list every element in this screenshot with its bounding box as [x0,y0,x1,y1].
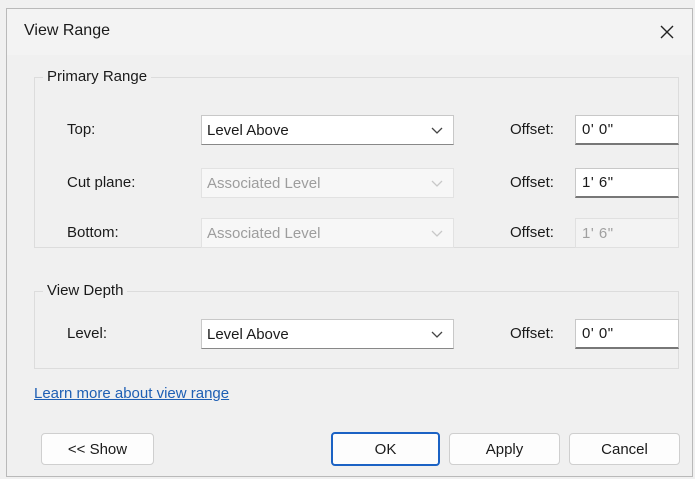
show-button[interactable]: << Show [41,433,154,465]
bottom-level-combo: Associated Level [201,218,454,248]
view-depth-offset-label: Offset: [510,325,554,342]
top-offset-label: Offset: [510,121,554,138]
chevron-down-icon [431,230,443,237]
learn-more-link[interactable]: Learn more about view range [34,385,229,402]
close-button[interactable] [650,13,684,51]
title-bar[interactable]: View Range [7,9,692,55]
top-offset-value: 0' 0" [582,121,614,138]
cut-plane-offset-value: 1' 6" [582,174,614,191]
bottom-offset-label: Offset: [510,224,554,241]
chevron-down-icon [431,180,443,187]
close-icon [660,25,674,39]
cut-plane-offset-label: Offset: [510,174,554,191]
bottom-label: Bottom: [67,224,119,241]
cut-plane-level-combo: Associated Level [201,168,454,198]
view-depth-level-label: Level: [67,325,108,342]
top-offset-field[interactable]: 0' 0" [575,115,679,145]
view-depth-offset-field[interactable]: 0' 0" [575,319,679,349]
view-depth-legend: View Depth [43,282,128,300]
dialog-title: View Range [24,22,110,39]
view-depth-level-combo[interactable]: Level Above [201,319,454,349]
cut-plane-level-value: Associated Level [207,174,321,192]
cancel-button[interactable]: Cancel [569,433,680,465]
cut-plane-offset-field[interactable]: 1' 6" [575,168,679,198]
cut-plane-label: Cut plane: [67,174,136,191]
primary-range-legend: Primary Range [43,68,152,86]
view-depth-level-value: Level Above [207,325,289,343]
top-level-value: Level Above [207,121,289,139]
view-range-dialog: View Range Primary Range Top: Level Abov… [6,8,693,477]
bottom-offset-value: 1' 6" [582,224,614,242]
ok-button[interactable]: OK [331,432,440,466]
bottom-offset-field: 1' 6" [575,218,679,248]
chevron-down-icon [431,331,443,338]
top-level-combo[interactable]: Level Above [201,115,454,145]
bottom-level-value: Associated Level [207,224,321,242]
view-depth-offset-value: 0' 0" [582,325,614,342]
top-label: Top: [67,121,96,138]
apply-button[interactable]: Apply [449,433,560,465]
chevron-down-icon [431,127,443,134]
